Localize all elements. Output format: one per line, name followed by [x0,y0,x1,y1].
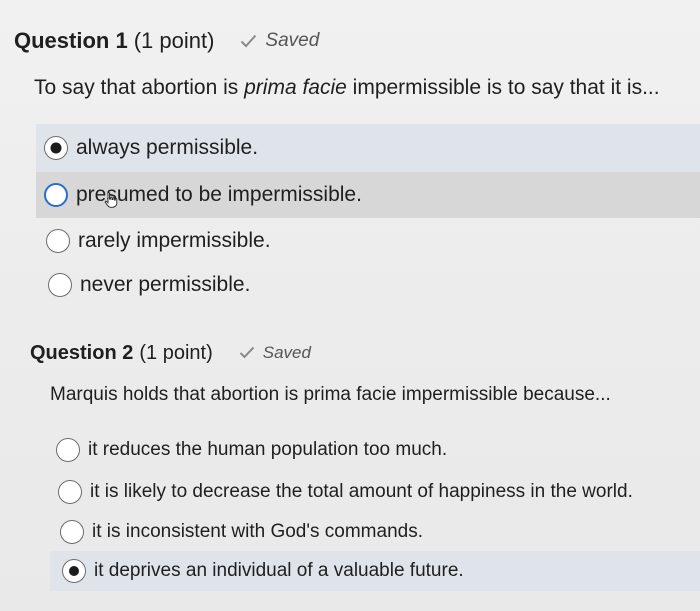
radio-button[interactable] [58,480,82,504]
option-label: it reduces the human population too much… [88,439,448,460]
radio-button-selected[interactable] [62,559,86,583]
radio-button-selected[interactable] [44,136,68,160]
question-2-option-4[interactable]: it deprives an individual of a valuable … [50,551,700,591]
question-2-option-1[interactable]: it reduces the human population too much… [50,431,700,469]
radio-button[interactable] [60,520,84,544]
question-2-points: (1 point) [139,342,213,364]
question-2-header: Question 2 (1 point) Saved [30,342,311,365]
question-2-option-2[interactable]: it is likely to decrease the total amoun… [50,473,700,511]
radio-button[interactable] [56,438,80,462]
question-1-option-2[interactable]: presumed to be impermissible. [36,172,700,218]
question-1-points: (1 point) [133,28,215,53]
question-1-saved-label: Saved [265,30,320,51]
option-label: always permissible. [76,136,259,159]
quiz-page: Question 1 (1 point) Saved To say that a… [0,0,700,611]
question-1-header: Question 1 (1 point) Saved [14,28,319,54]
check-icon [239,346,255,359]
radio-button[interactable] [44,183,68,207]
question-2-saved-status: Saved [239,343,311,363]
check-icon [240,34,257,48]
question-2-saved-label: Saved [262,342,311,362]
question-1-option-3[interactable]: rarely impermissible. [36,220,700,262]
option-label: it is inconsistent with God's commands. [92,521,423,542]
option-label: it is likely to decrease the total amoun… [90,481,633,502]
question-2-prompt: Marquis holds that abortion is prima fac… [50,384,611,405]
option-label: rarely impermissible. [78,229,271,252]
hand-cursor-icon [104,192,118,208]
radio-button[interactable] [48,273,72,297]
question-2-option-3[interactable]: it is inconsistent with God's commands. [50,513,700,551]
option-label: never permissible. [80,273,251,296]
question-1-prompt: To say that abortion is prima facie impe… [34,76,660,100]
question-2-title: Question 2 [30,342,134,364]
question-1-prompt-start: To say that abortion is [34,76,245,99]
question-1-option-4[interactable]: never permissible. [36,264,700,306]
question-1-saved-status: Saved [240,30,319,52]
option-label: presumed to be impermissible. [76,183,362,206]
radio-button[interactable] [46,229,70,253]
question-1-option-1[interactable]: always permissible. [36,124,700,172]
option-label: it deprives an individual of a valuable … [94,560,464,581]
question-1-title: Question 1 [14,28,128,53]
question-1-prompt-end: impermissible is to say that it is... [346,76,660,99]
question-1-prompt-italic: prima facie [244,76,347,99]
